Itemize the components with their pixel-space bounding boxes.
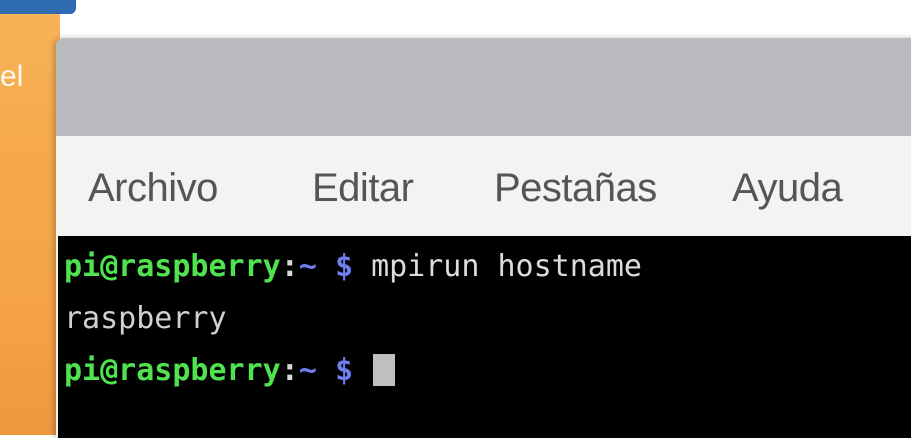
prompt-user-host: pi@raspberry bbox=[64, 249, 281, 284]
terminal-window: Archivo Editar Pestañas Ayuda pi@raspber… bbox=[56, 38, 911, 438]
prompt-path: ~ bbox=[298, 249, 317, 284]
prompt-symbol: $ bbox=[334, 249, 353, 284]
window-titlebar[interactable] bbox=[56, 38, 911, 136]
terminal-output-line: raspberry bbox=[64, 301, 227, 336]
menu-ayuda[interactable]: Ayuda bbox=[732, 168, 843, 208]
prompt-user-host: pi@raspberry bbox=[64, 353, 281, 388]
menu-pestanas[interactable]: Pestañas bbox=[494, 168, 657, 208]
terminal-area[interactable]: pi@raspberry:~ $ mpirun hostname raspber… bbox=[58, 236, 911, 438]
taskbar-panel-edge bbox=[0, 0, 76, 14]
terminal-line-3: pi@raspberry:~ $ bbox=[64, 353, 396, 388]
text-cursor bbox=[373, 354, 396, 386]
prompt-path: ~ bbox=[298, 353, 317, 388]
desktop-label-fragment: el bbox=[0, 60, 24, 93]
menu-archivo[interactable]: Archivo bbox=[88, 168, 218, 208]
prompt-symbol: $ bbox=[334, 353, 353, 388]
menu-editar[interactable]: Editar bbox=[312, 168, 414, 208]
prompt-separator: : bbox=[280, 353, 299, 388]
prompt-separator: : bbox=[280, 249, 299, 284]
command-text: mpirun hostname bbox=[371, 249, 642, 284]
terminal-line-1: pi@raspberry:~ $ mpirun hostname bbox=[64, 252, 642, 282]
